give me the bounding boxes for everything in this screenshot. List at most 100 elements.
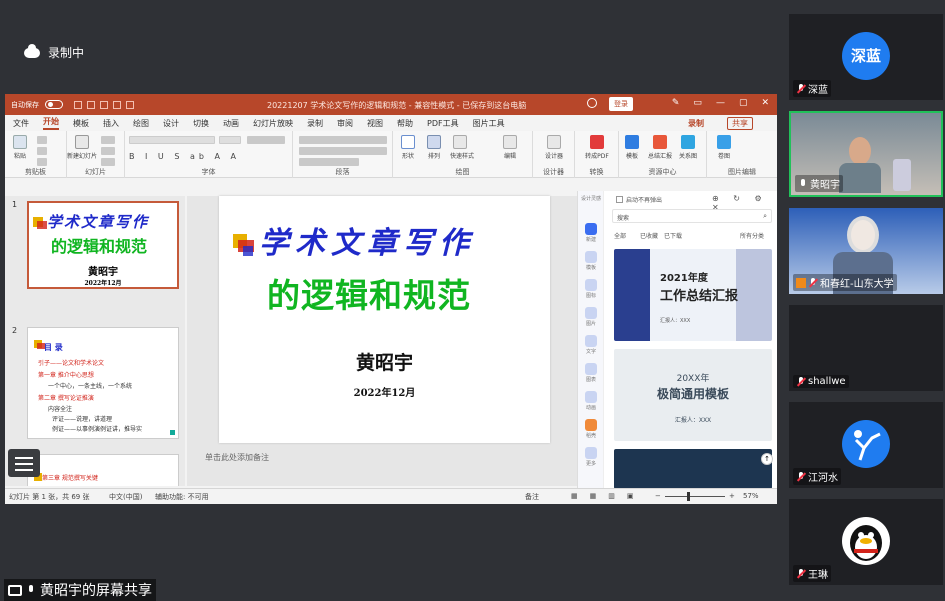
quick-style-icon[interactable] xyxy=(453,135,467,149)
ribbon-group-slides: 新建幻灯片 幻灯片 xyxy=(67,131,125,178)
video-person xyxy=(847,216,879,254)
notes-placeholder[interactable]: 单击此处添加备注 xyxy=(205,452,269,463)
zoom-in-icon[interactable]: + xyxy=(729,492,735,500)
tab-downloaded[interactable]: 已下载 xyxy=(664,231,682,240)
ribbon-group-clipboard: 粘贴 剪贴板 xyxy=(5,131,67,178)
text-icon[interactable] xyxy=(585,335,597,347)
present-icon[interactable] xyxy=(113,100,121,109)
tab-favorites[interactable]: 已收藏 xyxy=(640,231,658,240)
close-icon[interactable]: ✕ xyxy=(761,98,769,108)
menu-item[interactable]: 设计 xyxy=(163,118,179,129)
symbol-icon[interactable] xyxy=(585,279,597,291)
menu-item[interactable]: 绘图 xyxy=(133,118,149,129)
ribbon-group-label: 绘图 xyxy=(455,168,470,176)
edit-icon[interactable] xyxy=(503,135,517,149)
image-icon[interactable] xyxy=(717,135,731,149)
menu-item[interactable]: 切换 xyxy=(193,118,209,129)
ribbon-group-resources: 模板 总结汇报 关系图 资源中心 xyxy=(619,131,707,178)
designer-icon[interactable] xyxy=(547,135,561,149)
login-button[interactable]: 登录 xyxy=(609,97,633,111)
search-icon[interactable]: ⌕ xyxy=(763,212,767,221)
shapes-icon[interactable] xyxy=(401,135,415,149)
customize-icon[interactable] xyxy=(126,100,134,109)
template-card[interactable] xyxy=(614,449,772,489)
summary-report-icon[interactable] xyxy=(653,135,667,149)
recording-indicator[interactable]: 录制中 xyxy=(24,43,84,61)
search-icon[interactable] xyxy=(587,98,597,108)
participant-name: 江河水 xyxy=(808,473,838,484)
minimize-icon[interactable]: — xyxy=(716,98,725,108)
pdf-icon[interactable] xyxy=(590,135,604,149)
scroll-up-icon[interactable]: ↑ xyxy=(761,453,773,465)
template-card[interactable]: 2021年度 工作总结汇报 汇报人：XXX xyxy=(614,249,772,341)
template-icon[interactable] xyxy=(585,251,597,263)
slide-thumbnail-2[interactable]: 目 录 引子——论文和学术论文 第一章 推介中心思想 一个中心，一条主线，一个系… xyxy=(27,327,179,439)
zoom-out-icon[interactable]: − xyxy=(655,492,661,500)
ppt-status-bar: 幻灯片 第 1 张，共 69 张 中文(中国) 辅助功能: 不可用 备注 ▦▦▥… xyxy=(5,488,777,504)
view-buttons[interactable]: ▦▦▥▣ xyxy=(571,492,645,500)
menu-item[interactable]: 审阅 xyxy=(337,118,353,129)
autosave-toggle[interactable] xyxy=(45,100,63,109)
pen-icon[interactable]: ✎ xyxy=(672,98,680,108)
menu-item[interactable]: 模板 xyxy=(73,118,89,129)
picture-icon[interactable] xyxy=(585,307,597,319)
template-subtitle: 汇报人：XXX xyxy=(674,417,712,424)
record-button[interactable]: 录制 xyxy=(688,118,704,129)
menu-item[interactable]: 图片工具 xyxy=(473,118,505,129)
menu-item[interactable]: 动画 xyxy=(223,118,239,129)
slide-thumbnail-1[interactable]: 学术文章写作 的逻辑和规范 黄昭宇 2022年12月 xyxy=(27,201,179,289)
participant-tile[interactable]: 和春红-山东大学 xyxy=(789,208,943,294)
menu-item[interactable]: 插入 xyxy=(103,118,119,129)
participant-tile[interactable]: 江河水 xyxy=(789,402,943,488)
ribbon-display-icon[interactable]: ▭ xyxy=(693,98,702,108)
no-popup-toggle[interactable]: 启动不再弹出 xyxy=(616,195,662,204)
menu-item[interactable]: 录制 xyxy=(307,118,323,129)
template-icon[interactable] xyxy=(625,135,639,149)
menu-item[interactable]: 幻灯片放映 xyxy=(253,118,293,129)
checkbox[interactable] xyxy=(616,196,623,203)
font-format-buttons[interactable]: B I U S ab A A xyxy=(129,152,240,161)
relation-chart-icon[interactable] xyxy=(681,135,695,149)
participant-tile-active-speaker[interactable]: 黄昭宇 xyxy=(789,111,943,197)
docer-icon[interactable] xyxy=(585,419,597,431)
arrange-icon[interactable] xyxy=(427,135,441,149)
chart-icon[interactable] xyxy=(585,363,597,375)
menu-item[interactable]: PDF工具 xyxy=(427,118,459,129)
menu-button[interactable] xyxy=(8,449,40,477)
undo-icon[interactable] xyxy=(87,100,95,109)
new-slide-icon[interactable] xyxy=(75,135,89,149)
toc-item: 评证——说理，讲道理 xyxy=(52,416,113,423)
menu-item[interactable]: 帮助 xyxy=(397,118,413,129)
animation-icon[interactable] xyxy=(585,391,597,403)
menu-item[interactable]: 视图 xyxy=(367,118,383,129)
slide-thumbnail-3[interactable]: 第三章 规范撰写关键 xyxy=(27,454,179,486)
more-icon[interactable] xyxy=(585,447,597,459)
zoom-level[interactable]: 57% xyxy=(743,492,759,500)
participant-tile[interactable]: 王琳 xyxy=(789,499,943,585)
template-search-input[interactable]: 搜索 ⌕ xyxy=(612,209,772,223)
shared-ppt-window: 自动保存 20221207 学术论文写作的逻辑和规范 - 兼容性模式 - 已保存… xyxy=(5,94,777,504)
participant-tile[interactable]: 深蓝 深蓝 xyxy=(789,14,943,100)
current-slide[interactable]: 学术文章写作 的逻辑和规范 黄昭宇 2022年12月 xyxy=(219,196,550,443)
share-button[interactable]: 共享 xyxy=(727,117,753,130)
toc-item: 例证——以事例演例证讲，推导实 xyxy=(52,426,143,433)
zoom-slider-thumb[interactable] xyxy=(687,492,690,501)
tab-all[interactable]: 全部 xyxy=(614,231,626,240)
participant-name-bar: shallwe xyxy=(793,375,849,388)
participant-tile[interactable]: shallwe xyxy=(789,305,943,391)
notes-button[interactable]: 备注 xyxy=(525,492,539,502)
save-icon[interactable] xyxy=(74,100,82,109)
all-categories-dropdown[interactable]: 所有分类 xyxy=(740,231,764,240)
template-card[interactable]: 20XX年 极简通用模板 汇报人：XXX xyxy=(614,349,772,441)
paste-icon[interactable] xyxy=(13,135,27,149)
menu-item[interactable]: 开始 xyxy=(43,116,59,130)
slide-title-line1: 学术文章写作 xyxy=(259,226,475,261)
redo-icon[interactable] xyxy=(100,100,108,109)
zoom-slider[interactable] xyxy=(665,496,725,497)
menu-item[interactable]: 文件 xyxy=(13,118,29,129)
panel-sidebar-label: 图标 xyxy=(585,293,596,299)
toc-item: 引子——论文和学术论文 xyxy=(38,360,105,367)
new-icon[interactable] xyxy=(585,223,597,235)
accessibility-status[interactable]: 辅助功能: 不可用 xyxy=(155,492,209,502)
maximize-icon[interactable]: ▢ xyxy=(739,98,748,108)
